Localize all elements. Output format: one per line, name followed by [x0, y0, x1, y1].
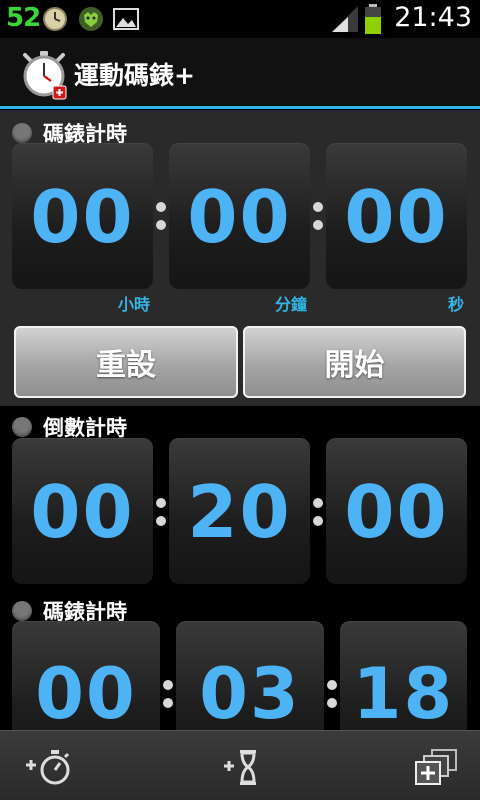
clock-icon	[43, 7, 67, 31]
hours-tile: 00	[12, 143, 153, 289]
seconds-tile: 18	[340, 621, 467, 730]
add-stopwatch-icon[interactable]	[22, 749, 74, 787]
hours-digits: 00	[30, 175, 135, 259]
status-bar: 52 21:43	[0, 0, 480, 38]
minutes-digits: 20	[187, 470, 292, 554]
hours-tile: 00	[12, 621, 160, 730]
action-bar: 運動碼錶+	[0, 38, 480, 106]
add-panel-icon[interactable]	[410, 749, 462, 787]
status-dot-icon	[12, 601, 32, 621]
start-button[interactable]: 開始	[243, 326, 466, 398]
minutes-tile: 03	[176, 621, 324, 730]
unit-seconds: 秒	[448, 295, 465, 314]
app-title: 運動碼錶+	[74, 61, 195, 90]
clock-time: 21:43	[394, 2, 472, 33]
add-timer-icon[interactable]	[220, 749, 272, 787]
reset-button[interactable]: 重設	[14, 326, 238, 398]
seconds-tile: 00	[326, 143, 467, 289]
seconds-digits: 18	[352, 653, 455, 730]
battery-icon	[365, 4, 381, 34]
status-dot-icon	[12, 123, 32, 143]
countdown-panel[interactable]: 倒數計時 00 20 00	[0, 406, 480, 596]
seconds-digits: 00	[344, 470, 449, 554]
hours-digits: 00	[30, 470, 135, 554]
minutes-digits: 03	[199, 653, 301, 730]
unit-minutes: 分鐘	[275, 295, 308, 314]
status-dot-icon	[12, 417, 32, 437]
seconds-digits: 00	[344, 175, 449, 259]
minutes-digits: 00	[187, 175, 292, 259]
action-bar-divider	[0, 106, 480, 109]
bottom-action-bar	[0, 730, 480, 800]
stopwatch-panel[interactable]: 碼錶計時 00 00 00 小時 分鐘 秒 重設 開始	[0, 110, 480, 406]
gallery-icon	[113, 8, 139, 30]
tiger-app-icon	[79, 7, 103, 31]
seconds-tile: 00	[326, 438, 467, 584]
minutes-tile: 00	[169, 143, 310, 289]
hours-tile: 00	[12, 438, 153, 584]
signal-icon	[332, 6, 358, 32]
notification-count: 52	[6, 3, 41, 33]
stopwatch2-panel[interactable]: 碼錶計時 00 03 18	[0, 596, 480, 730]
unit-hours: 小時	[118, 295, 151, 314]
minutes-tile: 20	[169, 438, 310, 584]
hours-digits: 00	[35, 653, 137, 730]
stopwatch-icon[interactable]	[20, 50, 68, 100]
